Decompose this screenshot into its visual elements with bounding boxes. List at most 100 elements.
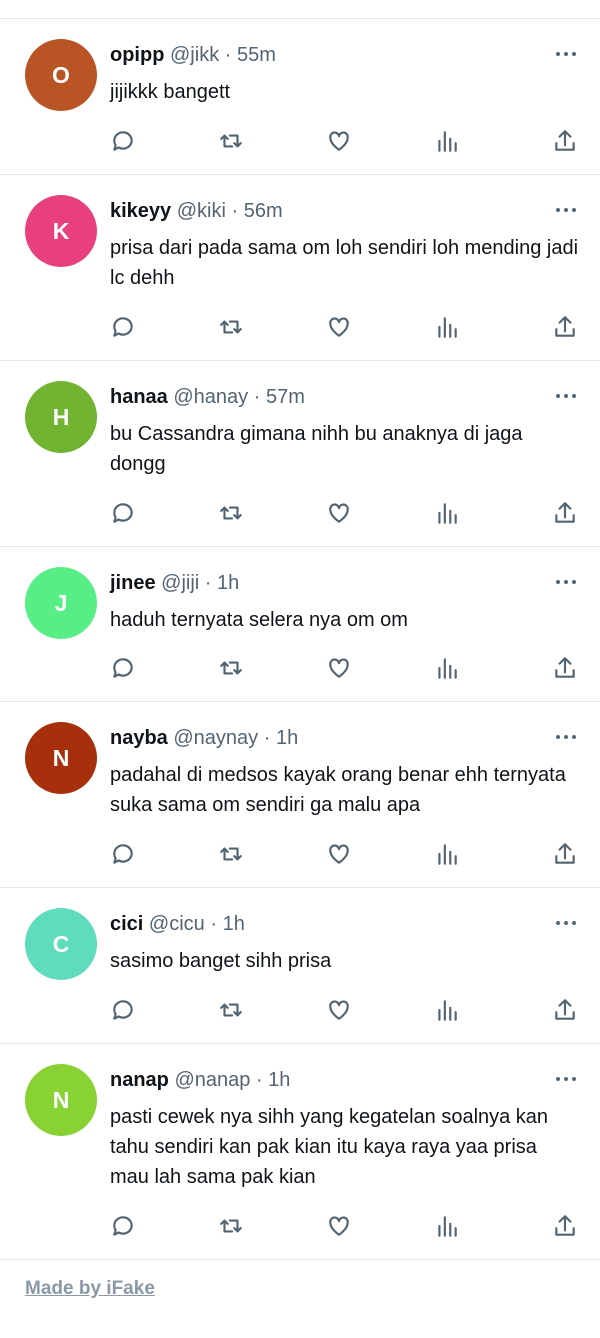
retweet-icon[interactable]: [218, 841, 244, 867]
tweet-actions: [110, 128, 578, 154]
avatar[interactable]: H: [25, 381, 97, 453]
retweet-icon[interactable]: [218, 314, 244, 340]
user-handle[interactable]: @nanap: [174, 1069, 250, 1091]
user-name[interactable]: cici: [110, 913, 143, 935]
tweet-actions: [110, 841, 578, 867]
retweet-icon[interactable]: [218, 997, 244, 1023]
separator-dot: ·: [219, 44, 237, 66]
user-handle[interactable]: @naynay: [173, 727, 258, 749]
timestamp[interactable]: 56m: [244, 200, 283, 222]
views-icon[interactable]: [434, 997, 460, 1023]
user-handle[interactable]: @kiki: [177, 200, 226, 222]
reply-icon[interactable]: [110, 314, 136, 340]
avatar[interactable]: O: [25, 39, 97, 111]
timestamp[interactable]: 55m: [237, 44, 276, 66]
like-icon[interactable]: [326, 655, 352, 681]
tweet-text: padahal di medsos kayak orang benar ehh …: [110, 764, 566, 816]
timestamp[interactable]: 1h: [276, 727, 298, 749]
avatar[interactable]: N: [25, 1064, 97, 1136]
separator-dot: ·: [250, 1069, 269, 1091]
timestamp[interactable]: 1h: [223, 913, 245, 935]
user-name[interactable]: opipp: [110, 44, 164, 66]
tweet-text: jijikkk bangett: [110, 81, 231, 103]
more-options-icon[interactable]: [554, 730, 578, 744]
tweet-text: bu Cassandra gimana nihh bu anaknya di j…: [110, 423, 523, 475]
share-icon[interactable]: [552, 128, 578, 154]
tweet-text: prisa dari pada sama om loh sendiri loh …: [110, 237, 579, 289]
tweet-item[interactable]: O opipp @jikk · 55m jijikkk bangett: [0, 19, 600, 175]
timestamp[interactable]: 57m: [266, 386, 305, 408]
more-options-icon[interactable]: [554, 389, 578, 403]
reply-icon[interactable]: [110, 841, 136, 867]
tweet-actions: [110, 1213, 578, 1239]
retweet-icon[interactable]: [218, 1213, 244, 1239]
tweet-text: haduh ternyata selera nya om om: [110, 609, 408, 631]
avatar[interactable]: C: [25, 908, 97, 980]
views-icon[interactable]: [434, 500, 460, 526]
views-icon[interactable]: [434, 1213, 460, 1239]
views-icon[interactable]: [434, 314, 460, 340]
user-handle[interactable]: @cicu: [149, 913, 205, 935]
share-icon[interactable]: [552, 655, 578, 681]
like-icon[interactable]: [326, 841, 352, 867]
reply-icon[interactable]: [110, 500, 136, 526]
user-name[interactable]: nayba: [110, 727, 168, 749]
views-icon[interactable]: [434, 841, 460, 867]
retweet-icon[interactable]: [218, 655, 244, 681]
user-handle[interactable]: @jiji: [161, 572, 199, 594]
made-by-link[interactable]: Made by iFake: [25, 1278, 155, 1300]
user-name[interactable]: jinee: [110, 572, 156, 594]
user-handle[interactable]: @jikk: [170, 44, 219, 66]
share-icon[interactable]: [552, 997, 578, 1023]
views-icon[interactable]: [434, 655, 460, 681]
user-name[interactable]: nanap: [110, 1069, 169, 1091]
separator-dot: ·: [225, 200, 244, 222]
more-options-icon[interactable]: [554, 203, 578, 217]
like-icon[interactable]: [326, 500, 352, 526]
share-icon[interactable]: [552, 500, 578, 526]
reply-icon[interactable]: [110, 655, 136, 681]
separator-dot: ·: [199, 572, 217, 594]
more-options-icon[interactable]: [554, 1072, 578, 1086]
reply-icon[interactable]: [110, 128, 136, 154]
tweet-actions: [110, 997, 578, 1023]
more-options-icon[interactable]: [554, 575, 578, 589]
tweet-actions: [110, 655, 578, 681]
separator-dot: ·: [204, 913, 223, 935]
like-icon[interactable]: [326, 997, 352, 1023]
like-icon[interactable]: [326, 128, 352, 154]
user-name[interactable]: hanaa: [110, 386, 168, 408]
user-handle[interactable]: @hanay: [173, 386, 248, 408]
avatar[interactable]: J: [25, 567, 97, 639]
tweet-actions: [110, 500, 578, 526]
tweet-item[interactable]: J jinee @jiji · 1h haduh ternyata selera…: [0, 547, 600, 702]
timestamp[interactable]: 1h: [268, 1069, 290, 1091]
like-icon[interactable]: [326, 1213, 352, 1239]
views-icon[interactable]: [434, 128, 460, 154]
retweet-icon[interactable]: [218, 500, 244, 526]
avatar[interactable]: N: [25, 722, 97, 794]
timestamp[interactable]: 1h: [217, 572, 239, 594]
tweet-text: sasimo banget sihh prisa: [110, 950, 332, 972]
tweet-item[interactable]: N nayba @naynay · 1h padahal di medsos k…: [0, 702, 600, 888]
reply-icon[interactable]: [110, 997, 136, 1023]
like-icon[interactable]: [326, 314, 352, 340]
share-icon[interactable]: [552, 1213, 578, 1239]
tweet-item[interactable]: H hanaa @hanay · 57m bu Cassandra gimana…: [0, 361, 600, 547]
top-divider: [0, 0, 600, 19]
avatar[interactable]: K: [25, 195, 97, 267]
more-options-icon[interactable]: [554, 47, 578, 61]
retweet-icon[interactable]: [218, 128, 244, 154]
tweet-item[interactable]: K kikeyy @kiki · 56m prisa dari pada sam…: [0, 175, 600, 361]
tweet-actions: [110, 314, 578, 340]
share-icon[interactable]: [552, 314, 578, 340]
tweet-text: pasti cewek nya sihh yang kegatelan soal…: [110, 1106, 549, 1188]
tweet-item[interactable]: N nanap @nanap · 1h pasti cewek nya sihh…: [0, 1044, 600, 1260]
user-name[interactable]: kikeyy: [110, 200, 171, 222]
share-icon[interactable]: [552, 841, 578, 867]
reply-icon[interactable]: [110, 1213, 136, 1239]
separator-dot: ·: [248, 386, 266, 408]
more-options-icon[interactable]: [554, 916, 578, 930]
separator-dot: ·: [258, 727, 276, 749]
tweet-item[interactable]: C cici @cicu · 1h sasimo banget sihh pri…: [0, 888, 600, 1044]
